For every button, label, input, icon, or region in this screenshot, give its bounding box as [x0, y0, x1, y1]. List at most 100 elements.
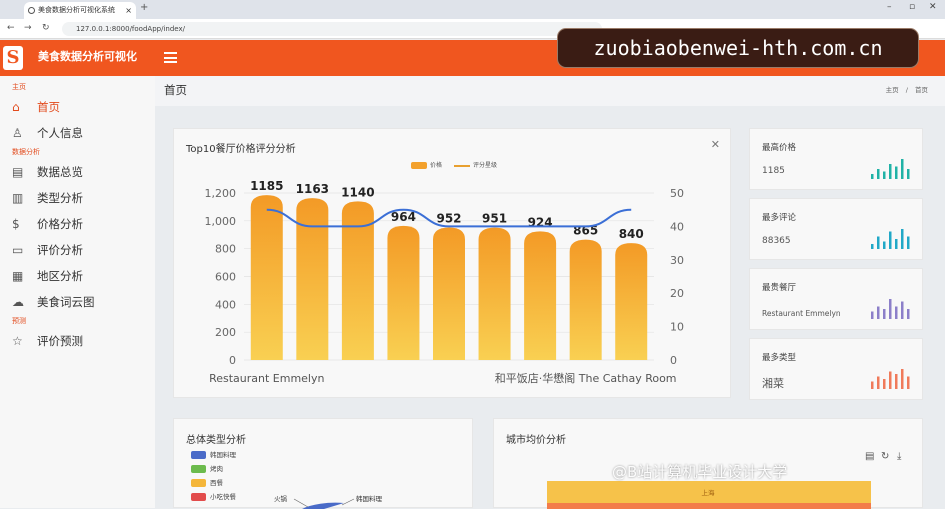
sidebar-item-region-analysis[interactable]: ▦ 地区分析 [0, 263, 155, 289]
y-tick-label: 1,000 [205, 215, 237, 228]
stat-label: 最多类型 [762, 353, 797, 363]
sparkline-bar [901, 301, 904, 319]
sparkline-bar [907, 309, 910, 319]
type-pie-chart [293, 498, 355, 509]
sidebar-item-overview[interactable]: ▤ 数据总览 [0, 159, 155, 185]
bar-value-label: 952 [436, 212, 461, 226]
sidebar-section-analysis: 数据分析 [12, 148, 40, 156]
y2-tick-label: 40 [670, 220, 684, 233]
menu-toggle-icon[interactable] [164, 52, 177, 63]
y-tick-label: 0 [229, 354, 236, 367]
sparkline-bar [883, 171, 886, 179]
url-field[interactable]: 127.0.0.1:8000/foodApp/index/ [62, 22, 602, 36]
sparkline-bar [877, 236, 880, 249]
sidebar-item-label: 类型分析 [37, 191, 83, 205]
sidebar-item-label: 评价分析 [37, 243, 83, 257]
sparkline-bar [877, 306, 880, 319]
sparkline-icon [871, 369, 910, 389]
stat-value: 湘菜 [762, 377, 784, 390]
sparkline-bar [895, 306, 898, 319]
sparkline-bar [889, 371, 892, 389]
bar-value-label: 1163 [296, 182, 329, 196]
sidebar-item-home[interactable]: ⌂ 首页 [0, 94, 155, 120]
sparkline-bar [871, 311, 874, 319]
price-bar [478, 227, 511, 360]
sparkline-bar [889, 299, 892, 319]
minimize-button[interactable]: – [887, 2, 892, 12]
sparkline-bar [895, 374, 898, 389]
stat-value: 88365 [762, 236, 791, 246]
stat-card-top-type: 最多类型 湘菜 [749, 338, 923, 400]
refresh-icon[interactable]: ↻ [881, 451, 889, 462]
sparkline-bar [901, 229, 904, 249]
sidebar-item-wordcloud[interactable]: ☁ 美食词云图 [0, 289, 155, 315]
sidebar-item-label: 地区分析 [37, 269, 83, 283]
sidebar-item-label: 个人信息 [37, 126, 83, 140]
sidebar-item-price-analysis[interactable]: $ 价格分析 [0, 211, 155, 237]
sparkline-bar [871, 174, 874, 179]
site-watermark: zuobiaobenwei-hth.com.cn [557, 28, 919, 68]
y2-tick-label: 0 [670, 354, 677, 367]
star-icon: ☆ [12, 334, 23, 348]
y2-tick-label: 30 [670, 254, 684, 267]
price-bar [387, 225, 420, 360]
forward-icon[interactable]: → [24, 23, 32, 33]
price-rating-chart-card: 0 200 400 600 800 1,000 1,200 0 10 20 30 40 50 1185 11… [173, 128, 731, 398]
sidebar-item-label: 数据总览 [37, 165, 83, 179]
sparkline-bar [877, 376, 880, 389]
bar-value-label: 1140 [341, 185, 374, 199]
sidebar-item-review-analysis[interactable]: ▭ 评价分析 [0, 237, 155, 263]
sparkline-bar [889, 164, 892, 179]
page-title: 首页 [164, 83, 187, 97]
new-tab-button[interactable]: + [140, 2, 148, 13]
x-tick-label: 和平饭店·华懋阁 The Cathay Room [495, 371, 677, 385]
pie-label-line [293, 498, 309, 508]
sidebar-item-profile[interactable]: ♙ 个人信息 [0, 120, 155, 146]
y-tick-label: 800 [215, 243, 236, 256]
reload-icon[interactable]: ↻ [42, 23, 50, 33]
bar-value-label: 951 [482, 212, 507, 226]
close-tab-icon[interactable]: × [125, 2, 132, 19]
sparkline-bar [901, 369, 904, 389]
breadcrumb-current: 首页 [915, 86, 928, 94]
sparkline-bar [883, 379, 886, 389]
pie-label-right: 韩国料理 [356, 495, 382, 503]
close-window-button[interactable]: ✕ [929, 2, 937, 12]
stat-label: 最高价格 [762, 143, 797, 153]
bar-value-label: 1185 [250, 179, 283, 193]
sidebar-item-type-analysis[interactable]: ▥ 类型分析 [0, 185, 155, 211]
price-bar [296, 198, 329, 360]
legend-bar-label[interactable]: 价格 [430, 162, 442, 169]
sidebar-section-home: 主页 [12, 83, 26, 91]
sparkline-icon [871, 229, 910, 249]
y2-tick-label: 10 [670, 321, 684, 334]
close-icon[interactable]: ✕ [711, 138, 720, 151]
price-bar [433, 227, 465, 360]
sidebar: 主页 ⌂ 首页 ♙ 个人信息 数据分析 ▤ 数据总览 ▥ 类型分析 $ 价格分析… [0, 76, 155, 508]
sidebar-item-rating-predict[interactable]: ☆ 评价预测 [0, 328, 155, 354]
price-rating-chart: 0 200 400 600 800 1,000 1,200 0 10 20 30 40 50 1185 11… [205, 179, 685, 385]
sparkline-bar [871, 381, 874, 389]
sidebar-item-label: 评价预测 [37, 334, 83, 348]
legend-bar-swatch [411, 162, 427, 169]
bar-value-label: 840 [619, 227, 644, 241]
sparkline-bar [883, 241, 886, 249]
back-icon[interactable]: ← [7, 23, 15, 33]
maximize-button[interactable]: ▫ [909, 2, 915, 12]
data-view-icon[interactable]: ▤ [865, 451, 874, 462]
cloud-icon: ☁ [12, 295, 24, 309]
breadcrumb-separator: / [905, 86, 908, 94]
breadcrumb-home[interactable]: 主页 [886, 86, 899, 94]
type-analysis-card: 总体类型分析 韩国料理 烤肉 西餐 小吃快餐 火锅 韩国料理 [173, 418, 473, 509]
sidebar-section-predict: 预测 [12, 317, 26, 325]
city-bar[interactable] [547, 503, 871, 509]
y-tick-label: 600 [215, 271, 236, 284]
browser-tab[interactable]: 美食数据分析可视化系统 × [24, 2, 136, 19]
stat-value: Restaurant Emmelyn [762, 309, 841, 318]
legend-line-label[interactable]: 评分星级 [473, 162, 497, 169]
stat-card-most-reviews: 最多评论 88365 [749, 198, 923, 260]
y-tick-label: 200 [215, 326, 236, 339]
download-icon[interactable]: ⤓ [897, 451, 901, 462]
breadcrumb: 主页 / 首页 [886, 76, 928, 104]
sidebar-item-label: 价格分析 [37, 217, 83, 231]
